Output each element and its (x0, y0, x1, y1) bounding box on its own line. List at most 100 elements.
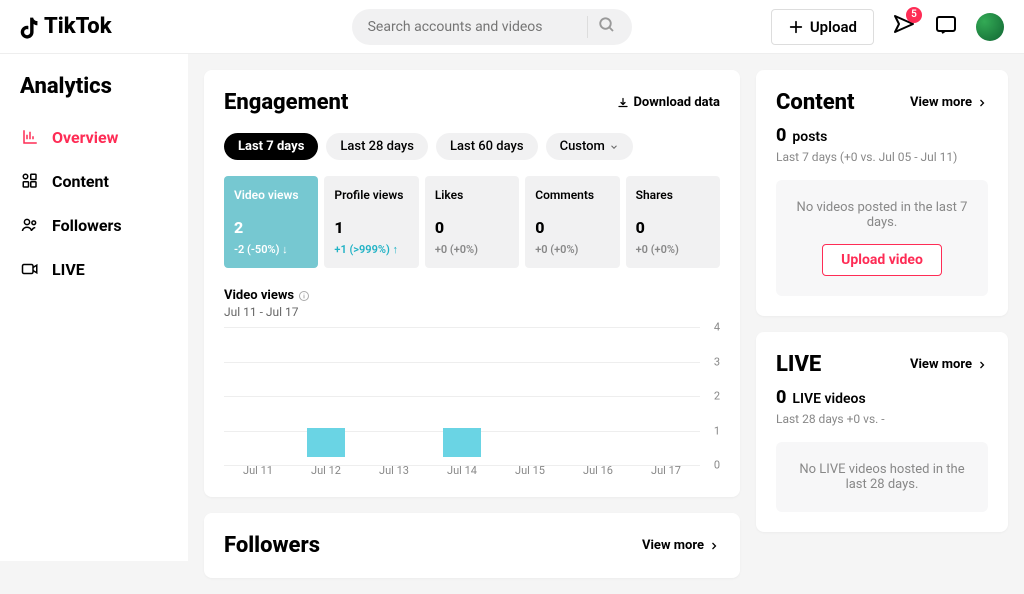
main-content: Engagement Download data Last 7 days Las… (188, 54, 1024, 594)
y-tick-label: 4 (714, 321, 720, 334)
sidebar-item-overview[interactable]: Overview (0, 115, 188, 159)
filter-custom[interactable]: Custom (546, 133, 633, 160)
bar-column (496, 342, 564, 457)
search-input[interactable] (368, 19, 577, 35)
x-tick-label: Jul 13 (360, 464, 428, 477)
live-subtext: Last 28 days +0 vs. - (776, 412, 988, 426)
left-column: Engagement Download data Last 7 days Las… (204, 70, 740, 578)
followers-card: Followers View more (204, 513, 740, 578)
x-tick-label: Jul 15 (496, 464, 564, 477)
download-icon (617, 97, 629, 109)
info-icon[interactable] (298, 290, 310, 302)
metric-shares[interactable]: Shares 0 +0 (+0%) (626, 176, 720, 268)
video-icon (20, 259, 40, 279)
engagement-header: Engagement Download data (224, 90, 720, 115)
bar-column (632, 342, 700, 457)
followers-title: Followers (224, 533, 320, 558)
messages-icon-wrap[interactable]: 5 (892, 13, 916, 41)
empty-message: No LIVE videos hosted in the last 28 day… (788, 462, 976, 492)
page-title: Analytics (0, 74, 188, 115)
download-data-button[interactable]: Download data (617, 95, 720, 110)
y-tick-label: 2 (714, 390, 720, 403)
live-view-more[interactable]: View more (910, 357, 988, 372)
content-empty-state: No videos posted in the last 7 days. Upl… (776, 180, 988, 296)
followers-view-more[interactable]: View more (642, 538, 720, 553)
x-tick-label: Jul 11 (224, 464, 292, 477)
bar (307, 428, 345, 457)
filter-last-7[interactable]: Last 7 days (224, 133, 318, 160)
live-card: LIVE View more 0 LIVE videos Last 28 day… (756, 332, 1008, 532)
bar (443, 428, 481, 457)
content-title: Content (776, 90, 855, 115)
chart-title: Video views (224, 288, 294, 303)
posts-subtext: Last 7 days (+0 vs. Jul 05 - Jul 11) (776, 150, 988, 164)
y-tick-label: 3 (714, 355, 720, 368)
y-tick-label: 1 (714, 424, 720, 437)
grid-icon (20, 171, 40, 191)
bar-column (428, 342, 496, 457)
chevron-right-icon (976, 359, 988, 371)
chevron-down-icon (609, 142, 619, 152)
empty-message: No videos posted in the last 7 days. (788, 200, 976, 230)
live-count: 0 LIVE videos (776, 387, 988, 408)
metric-video-views[interactable]: Video views 2 -2 (-50%) ↓ (224, 176, 318, 268)
right-column: Content View more 0 posts Last 7 days (+… (756, 70, 1008, 578)
bar-column (564, 342, 632, 457)
tiktok-logo[interactable]: TikTok (20, 14, 112, 39)
upload-video-button[interactable]: Upload video (822, 244, 942, 276)
sidebar-item-content[interactable]: Content (0, 159, 188, 203)
metric-profile-views[interactable]: Profile views 1 +1 (>999%) ↑ (324, 176, 418, 268)
engagement-card: Engagement Download data Last 7 days Las… (204, 70, 740, 497)
y-tick-label: 0 (714, 459, 720, 472)
bar-column (224, 342, 292, 457)
bar-column (292, 342, 360, 457)
live-card-header: LIVE View more (776, 352, 988, 377)
sidebar: Analytics Overview Content Followers LIV… (0, 54, 188, 561)
filter-last-28[interactable]: Last 28 days (326, 133, 428, 160)
content-card-header: Content View more (776, 90, 988, 115)
live-empty-state: No LIVE videos hosted in the last 28 day… (776, 442, 988, 512)
main-layout: Analytics Overview Content Followers LIV… (0, 54, 1024, 594)
metric-comments[interactable]: Comments 0 +0 (+0%) (525, 176, 619, 268)
x-tick-label: Jul 14 (428, 464, 496, 477)
x-tick-label: Jul 17 (632, 464, 700, 477)
bar-column (360, 342, 428, 457)
upload-button[interactable]: Upload (771, 9, 874, 45)
x-tick-label: Jul 16 (564, 464, 632, 477)
chevron-right-icon (976, 97, 988, 109)
search-icon[interactable] (598, 16, 616, 38)
upload-label: Upload (810, 18, 857, 36)
content-card: Content View more 0 posts Last 7 days (+… (756, 70, 1008, 316)
chart-date-range: Jul 11 - Jul 17 (224, 305, 720, 319)
sidebar-item-live[interactable]: LIVE (0, 247, 188, 291)
posts-count: 0 posts (776, 125, 988, 146)
engagement-title: Engagement (224, 90, 348, 115)
tiktok-note-icon (20, 15, 42, 39)
content-view-more[interactable]: View more (910, 95, 988, 110)
avatar[interactable] (976, 13, 1004, 41)
chart-icon (20, 127, 40, 147)
header-actions: Upload 5 (771, 9, 1004, 45)
search-divider (587, 16, 588, 38)
sidebar-item-followers[interactable]: Followers (0, 203, 188, 247)
filter-last-60[interactable]: Last 60 days (436, 133, 538, 160)
brand-text: TikTok (44, 14, 112, 39)
metric-cards: Video views 2 -2 (-50%) ↓ Profile views … (224, 176, 720, 268)
followers-header: Followers View more (224, 533, 720, 558)
nav-label: Followers (52, 216, 122, 235)
bar-chart: Jul 11Jul 12Jul 13Jul 14Jul 15Jul 16Jul … (224, 327, 720, 477)
x-tick-label: Jul 12 (292, 464, 360, 477)
people-icon (20, 215, 40, 235)
search-bar[interactable] (352, 9, 632, 45)
notification-badge: 5 (906, 7, 922, 23)
inbox-icon[interactable] (934, 13, 958, 41)
y-axis: 01234 (700, 327, 720, 477)
plus-icon (788, 19, 804, 35)
chart-title-row: Video views (224, 288, 720, 303)
nav-label: Content (52, 172, 109, 191)
download-label: Download data (633, 95, 720, 110)
nav-label: Overview (52, 128, 118, 147)
top-header: TikTok Upload 5 (0, 0, 1024, 54)
metric-likes[interactable]: Likes 0 +0 (+0%) (425, 176, 519, 268)
time-range-filters: Last 7 days Last 28 days Last 60 days Cu… (224, 133, 720, 160)
